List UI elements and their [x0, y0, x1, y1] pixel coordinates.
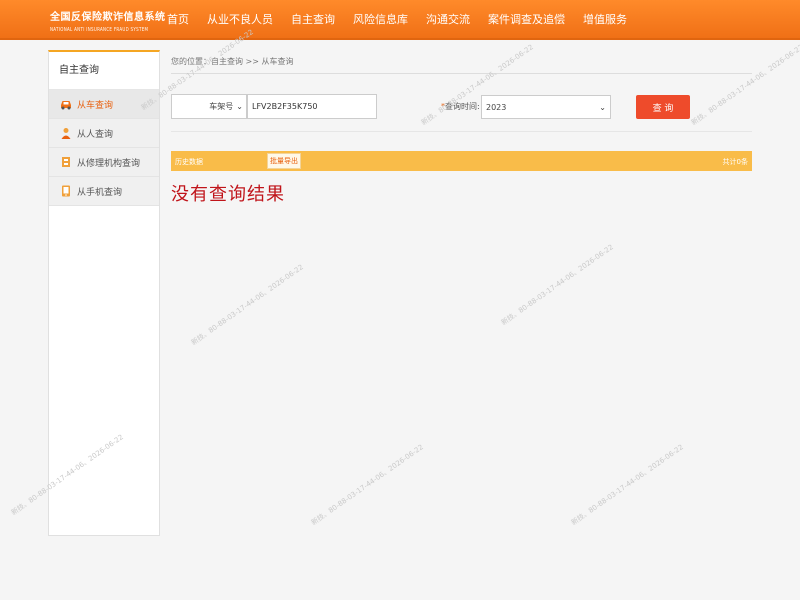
phone-icon: [62, 185, 70, 197]
watermark: 新技、80-88-03-17-44-06、2026-06-22: [499, 243, 615, 327]
sidebar-item-label: 从车查询: [77, 100, 114, 111]
nav-item-bad-practitioners[interactable]: 从业不良人员: [198, 0, 282, 40]
sidebar-title: 自主查询: [49, 52, 159, 90]
total-count-label: 共计0条: [722, 158, 748, 166]
sidebar-item-vehicle-query[interactable]: 从车查询: [49, 90, 159, 119]
logo-chinese-title: 全国反保险欺诈信息系统: [50, 12, 166, 23]
chevron-down-icon: ⌄: [236, 102, 243, 111]
query-field-select-value: 车架号: [209, 102, 234, 111]
watermark: 新技、80-88-03-17-44-06、2026-06-22: [309, 443, 425, 527]
nav-item-communication[interactable]: 沟通交流: [417, 0, 479, 40]
sidebar-item-repair-shop-query[interactable]: 从修理机构查询: [49, 148, 159, 177]
chevron-down-icon: ⌄: [599, 102, 606, 112]
nav-item-self-query[interactable]: 自主查询: [282, 0, 344, 40]
history-data-label: 历史数据: [175, 158, 203, 166]
year-select-value: 2023: [486, 102, 507, 112]
vin-input[interactable]: LFV2B2F35K750: [247, 94, 377, 119]
watermark: 新技、80-88-03-17-44-06、2026-06-22: [189, 263, 305, 347]
repair-shop-icon: [62, 157, 70, 167]
sidebar: 自主查询 从车查询 从人查询 从修理机构查询 从手机查询: [48, 50, 160, 536]
watermark: 新技、80-88-03-17-44-06、2026-06-22: [569, 443, 685, 527]
search-button[interactable]: 查 询: [636, 95, 690, 119]
top-navigation-bar: 全国反保险欺诈信息系统 NATIONAL ANTI INSURANCE FRAU…: [0, 0, 800, 40]
car-icon: [61, 101, 71, 110]
nav-item-home[interactable]: 首页: [158, 0, 198, 40]
sidebar-item-phone-query[interactable]: 从手机查询: [49, 177, 159, 206]
query-time-label-text: 查询时间:: [445, 102, 480, 111]
no-result-message: 没有查询结果: [171, 184, 285, 205]
year-select[interactable]: 2023 ⌄: [481, 95, 611, 119]
batch-export-button[interactable]: 批量导出: [267, 153, 301, 169]
logo-english-title: NATIONAL ANTI INSURANCE FRAUD SYSTEM: [50, 26, 149, 33]
divider: [171, 131, 752, 132]
breadcrumb: 您的位置：自主查询 >> 从车查询: [171, 56, 752, 74]
nav-item-value-added[interactable]: 增值服务: [574, 0, 636, 40]
sidebar-item-label: 从人查询: [77, 129, 114, 140]
site-logo[interactable]: 全国反保险欺诈信息系统 NATIONAL ANTI INSURANCE FRAU…: [50, 8, 166, 36]
sidebar-item-label: 从手机查询: [77, 187, 123, 198]
query-time-label: *查询时间:: [441, 101, 480, 112]
sidebar-item-label: 从修理机构查询: [77, 158, 141, 169]
person-icon: [61, 128, 71, 139]
nav-item-case-investigation[interactable]: 案件调查及追偿: [479, 0, 574, 40]
nav-item-risk-database[interactable]: 风险信息库: [344, 0, 417, 40]
query-field-select[interactable]: 车架号 ⌄: [171, 94, 247, 119]
sidebar-item-person-query[interactable]: 从人查询: [49, 119, 159, 148]
search-form: 车架号 ⌄ LFV2B2F35K750 *查询时间: 2023 ⌄ 查 询: [171, 94, 752, 128]
main-nav: 首页 从业不良人员 自主查询 风险信息库 沟通交流 案件调查及追偿 增值服务: [158, 0, 636, 40]
result-header-bar: 历史数据 批量导出 共计0条: [171, 151, 752, 171]
